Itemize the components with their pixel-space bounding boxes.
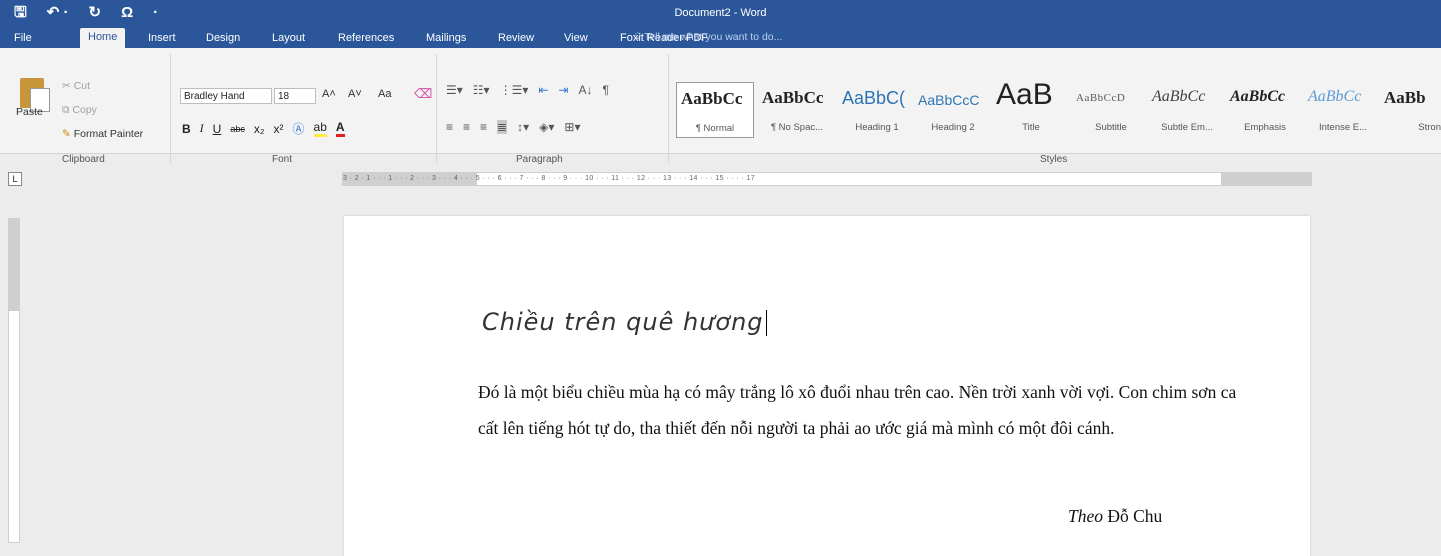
decrease-indent-icon[interactable]: ⇤ [538, 83, 548, 97]
underline-button[interactable]: U [213, 122, 222, 136]
highlight-color-button[interactable]: ab [313, 120, 327, 137]
tab-insert[interactable]: Insert [140, 29, 184, 48]
font-group-label: Font [272, 154, 293, 165]
font-format-buttons: B I U abc x₂ x² Ⓐ ab A [182, 120, 345, 137]
text-effects-icon[interactable]: Ⓐ [293, 120, 305, 137]
style-subtitle[interactable]: AaBbCcD Subtitle [1072, 82, 1150, 138]
tab-layout[interactable]: Layout [264, 29, 313, 48]
format-painter-button[interactable]: ✎ Format Painter [62, 128, 143, 140]
tab-review[interactable]: Review [490, 29, 542, 48]
top-margin-area [9, 219, 19, 311]
attribution-author: Đỗ Chu [1107, 506, 1163, 526]
justify-icon[interactable]: ≣ [497, 120, 508, 134]
styles-group-label: Styles [1040, 154, 1068, 165]
font-size-box[interactable]: 18 [274, 88, 316, 104]
italic-button[interactable]: I [200, 121, 204, 136]
copy-button[interactable]: ⧉ Copy [62, 104, 97, 117]
horizontal-ruler[interactable]: 3 · 2 · 1 · · · 1 · · · 2 · · · 3 · · · … [342, 172, 1312, 186]
tab-file[interactable]: File [6, 29, 40, 48]
align-left-icon[interactable]: ≡ [446, 120, 453, 134]
text-cursor [765, 310, 767, 336]
style-title[interactable]: AaB Title [992, 78, 1070, 138]
tab-selector[interactable]: L [8, 172, 22, 186]
bullets-icon[interactable]: ☰▾ [446, 83, 463, 97]
document-heading[interactable]: Chiều trên quê hương [482, 308, 767, 336]
copy-icon: ⧉ [62, 104, 73, 116]
divider [668, 54, 669, 164]
increase-indent-icon[interactable]: ⇥ [558, 83, 568, 97]
style-no-spacing[interactable]: AaBbCc ¶ No Spac... [758, 82, 836, 138]
divider [436, 54, 437, 164]
shrink-font-button[interactable]: A˅ [348, 88, 362, 100]
tell-me-search[interactable]: 💡︎ Tell me what you want to do... [634, 26, 782, 48]
numbering-icon[interactable]: ☷▾ [473, 83, 490, 97]
strikethrough-button[interactable]: abc [230, 124, 245, 134]
tab-view[interactable]: View [556, 29, 596, 48]
paste-button[interactable]: Paste [16, 106, 43, 118]
style-subtle-emphasis[interactable]: AaBbCc Subtle Em... [1148, 82, 1226, 138]
style-strong[interactable]: AaBb Stron [1380, 82, 1441, 138]
paragraph-row-1: ☰▾ ☷▾ ⋮☰▾ ⇤ ⇥ A↓ ¶ [446, 83, 609, 97]
title-bar: 🖫 ↶ · ↻ Ω · Document2 - Word [0, 0, 1441, 26]
document-paragraph[interactable]: Đó là một biểu chiều mùa hạ có mây trắng… [478, 374, 1238, 446]
clear-formatting-icon[interactable]: ⌫ [414, 86, 432, 102]
paintbrush-icon: ✎ [62, 128, 74, 140]
tell-me-text: Tell me what you want to do... [644, 31, 783, 43]
bold-button[interactable]: B [182, 122, 191, 136]
line-spacing-icon[interactable]: ↕▾ [517, 120, 529, 134]
change-case-button[interactable]: Aa [378, 88, 391, 100]
multilevel-list-icon[interactable]: ⋮☰▾ [500, 83, 529, 97]
tab-home[interactable]: Home [80, 28, 126, 48]
tab-references[interactable]: References [330, 29, 402, 48]
align-right-icon[interactable]: ≡ [480, 120, 487, 134]
window-title: Document2 - Word [674, 7, 767, 19]
document-page[interactable]: Chiều trên quê hương Đó là một biểu chiề… [344, 216, 1310, 556]
style-emphasis[interactable]: AaBbCc Emphasis [1226, 82, 1304, 138]
ruler-ticks: 3 · 2 · 1 · · · 1 · · · 2 · · · 3 · · · … [343, 175, 756, 182]
style-heading-1[interactable]: AaBbC( Heading 1 [838, 82, 916, 138]
tab-design[interactable]: Design [198, 29, 248, 48]
vertical-ruler[interactable] [8, 218, 20, 543]
clipboard-group-label: Clipboard [62, 154, 105, 165]
superscript-button[interactable]: x² [274, 122, 284, 136]
sort-button[interactable]: A↓ [578, 83, 592, 97]
style-normal[interactable]: AaBbCc ¶ Normal [676, 82, 754, 138]
paragraph-row-2: ≡ ≡ ≡ ≣ ↕▾ ◈▾ ⊞▾ [446, 120, 580, 134]
borders-icon[interactable]: ⊞▾ [564, 120, 580, 134]
paragraph-group-label: Paragraph [516, 154, 563, 165]
grow-font-button[interactable]: A˄ [322, 88, 336, 100]
document-attribution[interactable]: Theo Đỗ Chu [1068, 506, 1162, 527]
style-heading-2[interactable]: AaBbCcC Heading 2 [914, 82, 992, 138]
lightbulb-icon: 💡︎ [634, 31, 645, 43]
style-intense-emphasis[interactable]: AaBbCc Intense E... [1304, 82, 1382, 138]
show-formatting-button[interactable]: ¶ [602, 83, 608, 97]
shading-icon[interactable]: ◈▾ [539, 120, 554, 134]
tab-mailings[interactable]: Mailings [418, 29, 474, 48]
attribution-prefix: Theo [1068, 506, 1103, 526]
styles-gallery: AaBbCc ¶ Normal AaBbCc ¶ No Spac... AaBb… [674, 78, 1441, 142]
divider [170, 54, 171, 164]
subscript-button[interactable]: x₂ [254, 122, 265, 136]
scissors-icon: ✂ [62, 80, 74, 92]
cut-button[interactable]: ✂ Cut [62, 80, 90, 92]
font-name-box[interactable]: Bradley Hand [180, 88, 272, 104]
right-margin-area [1221, 173, 1311, 185]
font-color-button[interactable]: A [335, 120, 345, 137]
align-center-icon[interactable]: ≡ [463, 120, 470, 134]
